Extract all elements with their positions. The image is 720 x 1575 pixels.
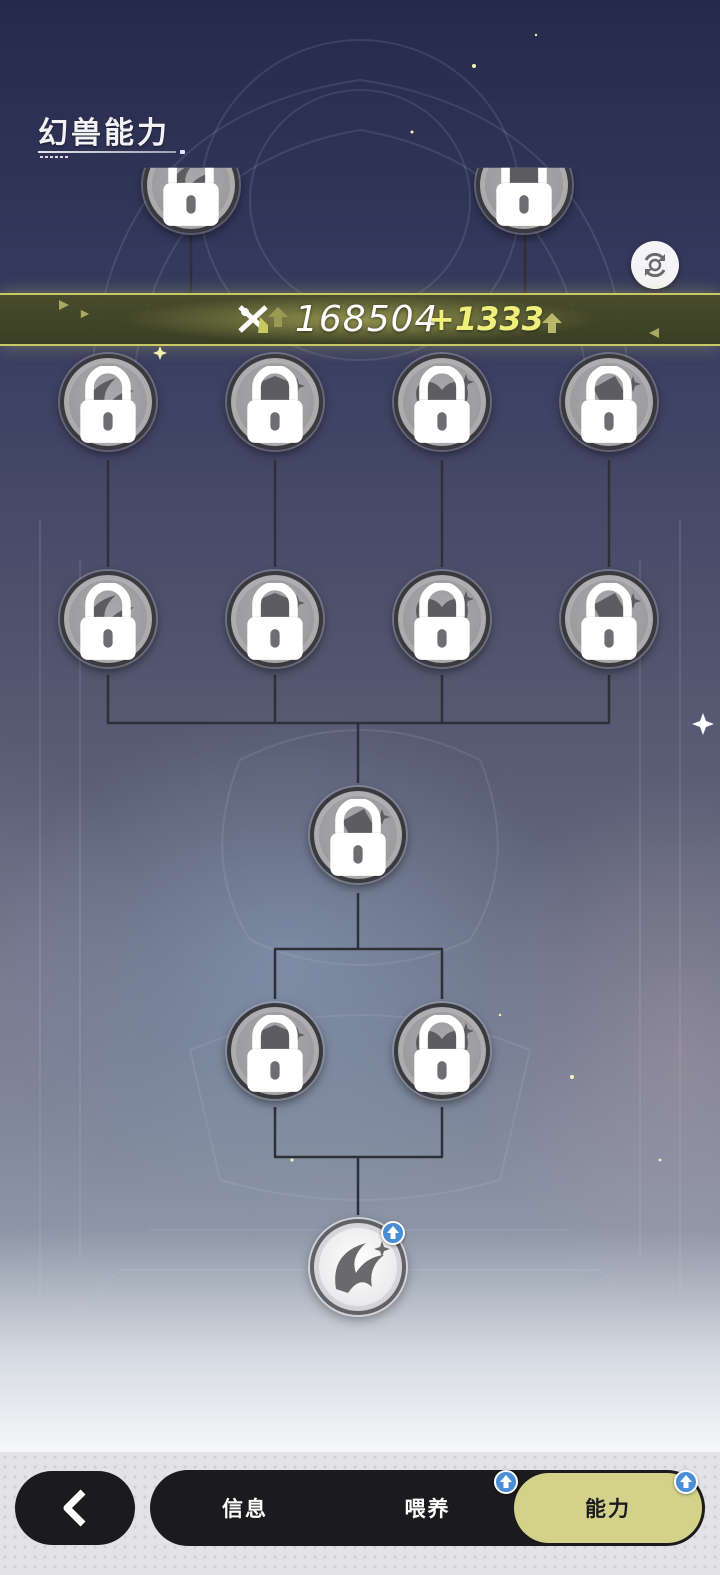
lock-icon: [330, 799, 386, 876]
lock-icon: [581, 366, 637, 443]
skill-node-claw[interactable]: [60, 571, 156, 667]
lock-icon: [80, 366, 136, 443]
tab-bar: 信息 喂养 能力: [150, 1470, 705, 1546]
skill-node-claw[interactable]: [60, 354, 156, 450]
skill-node-card[interactable]: [310, 787, 406, 883]
upgrade-arrow-icon: [387, 1226, 399, 1239]
skill-node-card[interactable]: [561, 571, 657, 667]
lock-icon: [414, 1015, 470, 1092]
lock-icon: [80, 583, 136, 660]
skill-node-heart[interactable]: [394, 1003, 490, 1099]
skill-node-shield[interactable]: [227, 571, 323, 667]
feed-upgrade-badge: [494, 1470, 518, 1494]
sparkle-icon: [649, 328, 659, 338]
chevron-left-icon: [63, 1489, 86, 1527]
power-up-arrow-icon: [542, 313, 562, 333]
tab-feed[interactable]: 喂养: [350, 1470, 505, 1546]
lock-icon: [247, 1015, 303, 1092]
lock-icon: [414, 583, 470, 660]
tab-info-label: 信息: [222, 1497, 268, 1521]
ability-upgrade-badge: [674, 1470, 698, 1494]
lock-icon: [247, 366, 303, 443]
skill-node-heart[interactable]: [394, 571, 490, 667]
combat-power-icon: [238, 305, 268, 333]
lock-icon: [414, 366, 470, 443]
upgrade-badge: [381, 1221, 405, 1245]
tab-ability-label: 能力: [585, 1497, 631, 1521]
refresh-button[interactable]: [631, 241, 679, 289]
upgrade-arrow-icon: [680, 1475, 692, 1488]
sparkle-icon: [59, 300, 69, 310]
combat-power-value: 168504: [295, 299, 439, 340]
skill-node-shield[interactable]: [227, 1003, 323, 1099]
skill-node-shield[interactable]: [227, 354, 323, 450]
sparkle-icon: [80, 309, 90, 319]
tab-feed-label: 喂养: [404, 1497, 451, 1521]
tab-info[interactable]: 信息: [170, 1470, 320, 1546]
back-button[interactable]: [15, 1471, 135, 1545]
upgrade-arrow-icon: [500, 1475, 512, 1488]
lock-icon: [247, 583, 303, 660]
skill-node-heart[interactable]: [394, 354, 490, 450]
lock-icon: [581, 583, 637, 660]
power-up-arrow-icon: [268, 307, 288, 327]
combat-power-delta: +1333: [428, 300, 544, 338]
refresh-icon: [644, 252, 666, 278]
skill-node-card[interactable]: [561, 354, 657, 450]
combat-power-banner: 168504 +1333: [0, 293, 720, 346]
